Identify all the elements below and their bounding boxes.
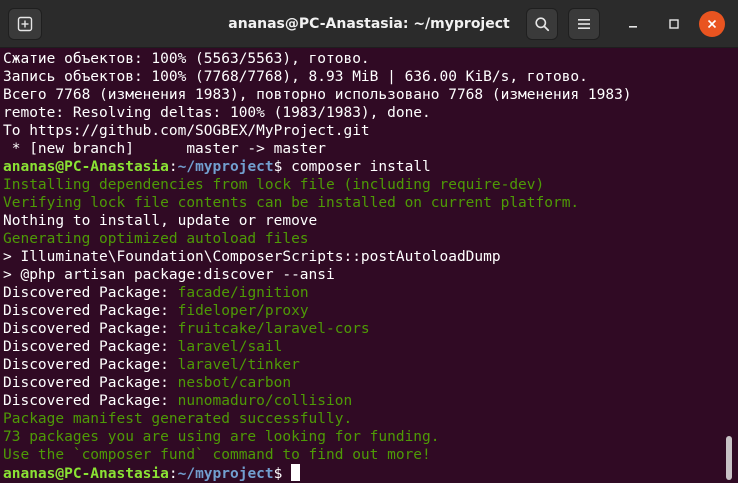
package-label: Discovered Package:	[3, 339, 178, 355]
package-name: laravel/tinker	[177, 357, 300, 373]
package-name: nesbot/carbon	[177, 375, 292, 391]
hamburger-menu-icon	[578, 19, 590, 29]
prompt-separator: :	[168, 466, 178, 482]
search-icon	[535, 17, 550, 32]
prompt-path: ~/myproject	[177, 159, 274, 175]
package-line: Discovered Package: nesbot/carbon	[3, 374, 291, 392]
output-line: To https://github.com/SOGBEX/MyProject.g…	[3, 123, 370, 139]
package-line: Discovered Package: nunomaduro/collision	[3, 392, 352, 410]
output-line: Installing dependencies from lock file (…	[3, 177, 545, 193]
output-line: 73 packages you are using are looking fo…	[3, 429, 440, 445]
terminal-window: ananas@PC-Anastasia: ~/myproject Сжатие …	[0, 0, 738, 483]
output-line: remote: Resolving deltas: 100% (1983/198…	[3, 105, 431, 121]
output-line: Verifying lock file contents can be inst…	[3, 195, 580, 211]
package-name: fideloper/proxy	[177, 303, 309, 319]
output-line: Package manifest generated successfully.	[3, 411, 353, 427]
package-line: Discovered Package: laravel/tinker	[3, 356, 300, 374]
package-label: Discovered Package:	[3, 375, 178, 391]
package-label: Discovered Package:	[3, 285, 178, 301]
prompt-user: ananas@PC-Anastasia	[3, 159, 169, 175]
package-line: Discovered Package: fideloper/proxy	[3, 302, 309, 320]
package-name: facade/ignition	[177, 285, 309, 301]
package-label: Discovered Package:	[3, 393, 178, 409]
output-line: Сжатие объектов: 100% (5563/5563), готов…	[3, 51, 370, 67]
package-label: Discovered Package:	[3, 303, 178, 319]
output-line: Generating optimized autoload files	[3, 231, 309, 247]
text-cursor	[291, 464, 301, 481]
output-line: * [new branch] master -> master	[3, 141, 327, 157]
prompt-line[interactable]: ananas@PC-Anastasia:~/myproject$	[3, 464, 301, 482]
package-line: Discovered Package: laravel/sail	[3, 338, 282, 356]
output-line: Запись объектов: 100% (7768/7768), 8.93 …	[3, 69, 588, 85]
output-line: Use the `composer fund` command to find …	[3, 447, 431, 463]
scrollbar[interactable]	[726, 436, 732, 480]
package-name: laravel/sail	[177, 339, 283, 355]
package-name: fruitcake/laravel-cors	[177, 321, 370, 337]
prompt-separator: :	[168, 159, 178, 175]
maximize-button[interactable]	[658, 8, 690, 40]
maximize-icon	[669, 19, 679, 29]
command-line: ananas@PC-Anastasia:~/myproject$ compose…	[3, 158, 431, 176]
package-name: nunomaduro/collision	[177, 393, 353, 409]
package-label: Discovered Package:	[3, 357, 178, 373]
package-line: Discovered Package: fruitcake/laravel-co…	[3, 320, 370, 338]
output-line: > Illuminate\Foundation\ComposerScripts:…	[3, 249, 501, 265]
package-label: Discovered Package:	[3, 321, 178, 337]
output-line: > @php artisan package:discover --ansi	[3, 267, 335, 283]
title-bar: ananas@PC-Anastasia: ~/myproject	[0, 0, 738, 48]
terminal-output[interactable]: Сжатие объектов: 100% (5563/5563), готов…	[3, 50, 725, 482]
command-text: composer install	[282, 159, 431, 175]
output-line: Nothing to install, update or remove	[3, 213, 318, 229]
minimize-icon	[629, 26, 637, 28]
search-button[interactable]	[526, 8, 558, 40]
close-icon	[707, 19, 717, 29]
package-line: Discovered Package: facade/ignition	[3, 284, 309, 302]
prompt-path: ~/myproject	[177, 466, 274, 482]
output-line: Всего 7768 (изменения 1983), повторно ис…	[3, 87, 632, 103]
prompt-user: ananas@PC-Anastasia	[3, 466, 169, 482]
menu-button[interactable]	[568, 8, 600, 40]
close-button[interactable]	[699, 11, 725, 37]
minimize-button[interactable]	[617, 8, 649, 40]
